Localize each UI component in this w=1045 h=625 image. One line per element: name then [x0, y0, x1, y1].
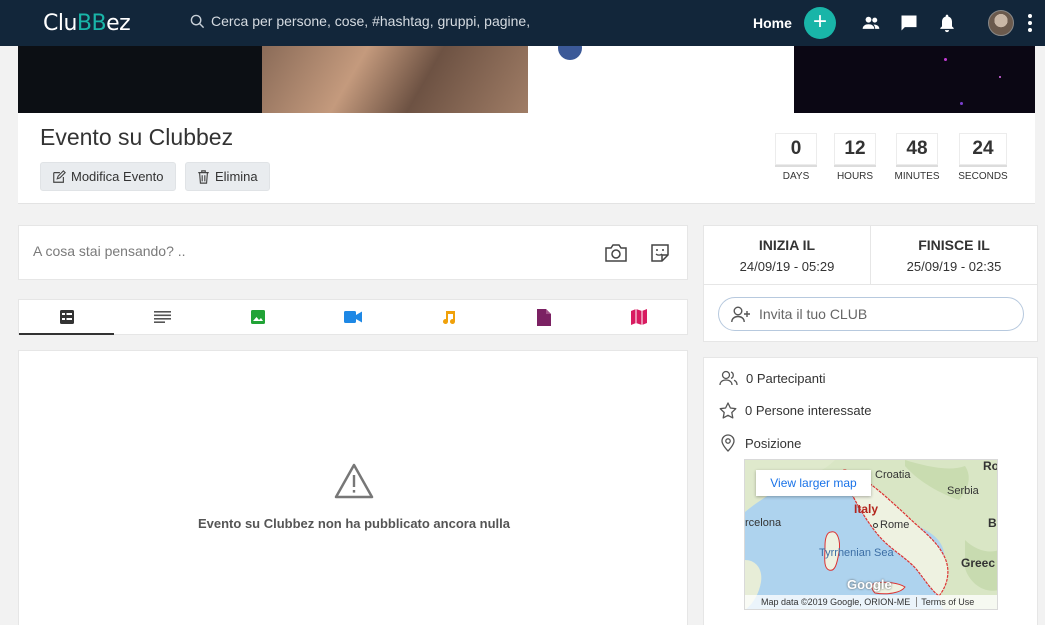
- people-outline-icon: [719, 370, 738, 386]
- empty-feed-message: Evento su Clubbez non ha pubblicato anco…: [197, 516, 511, 531]
- create-button[interactable]: +: [804, 7, 836, 39]
- cover-panel-right: [794, 46, 1035, 113]
- tab-maps[interactable]: [592, 300, 687, 334]
- image-icon: [250, 310, 265, 324]
- video-icon: [343, 311, 362, 323]
- countdown-days-value: 0: [775, 133, 817, 165]
- trash-icon: [198, 169, 209, 184]
- feed-icon: [59, 310, 74, 324]
- map-label-rome: Rome: [873, 519, 909, 531]
- text-icon: [153, 311, 171, 323]
- post-composer: [18, 225, 688, 280]
- event-info-card: 0 Partecipanti 0 Persone interessate Pos…: [703, 357, 1038, 625]
- end-date-value: 25/09/19 - 02:35: [906, 259, 1002, 274]
- edit-event-button[interactable]: Modifica Evento: [40, 162, 176, 191]
- location-label: Posizione: [745, 435, 802, 451]
- tab-videos[interactable]: [305, 300, 400, 334]
- post-input[interactable]: [33, 243, 573, 259]
- map-terms-link[interactable]: Terms of Use: [916, 597, 975, 607]
- event-feed: Evento su Clubbez non ha pubblicato anco…: [18, 350, 688, 625]
- participants-row[interactable]: 0 Partecipanti: [719, 370, 826, 386]
- countdown-hours-value: 12: [834, 133, 876, 165]
- map-label-sea: Tyrrhenian Sea: [819, 547, 894, 559]
- map-label-croatia: Croatia: [875, 469, 911, 481]
- google-logo: Google: [847, 577, 892, 592]
- tab-text[interactable]: [114, 300, 209, 334]
- plus-icon: +: [812, 8, 827, 35]
- tab-feed[interactable]: [19, 300, 115, 335]
- location-row: Posizione: [719, 434, 801, 452]
- countdown-seconds-label: SECONDS: [958, 171, 1008, 182]
- start-date: INIZIA IL 24/09/19 - 05:29: [704, 226, 870, 284]
- edit-event-label: Modifica Evento: [71, 169, 164, 184]
- delete-event-button[interactable]: Elimina: [185, 162, 270, 191]
- add-person-icon: [731, 306, 750, 322]
- document-icon: [536, 308, 551, 326]
- tab-documents[interactable]: [496, 300, 591, 334]
- countdown-hours-label: HOURS: [836, 171, 874, 182]
- top-navbar: CluBBez Home +: [0, 0, 1045, 46]
- logo-text-2: BB: [76, 11, 107, 36]
- event-dates-card: INIZIA IL 24/09/19 - 05:29 FINISCE IL 25…: [703, 225, 1038, 285]
- star-icon: [719, 402, 737, 419]
- location-pin-icon: [721, 434, 735, 452]
- search-input[interactable]: [211, 13, 591, 29]
- clubbez-logo[interactable]: CluBBez: [43, 11, 131, 36]
- map-label-ro: Ro: [983, 459, 998, 473]
- map-data-credit: Map data ©2019 Google, ORION-ME: [761, 597, 911, 607]
- interested-count: 0 Persone interessate: [745, 403, 872, 418]
- search-bar: [190, 13, 591, 29]
- tab-images[interactable]: [210, 300, 305, 334]
- search-icon: [190, 14, 205, 28]
- interested-row[interactable]: 0 Persone interessate: [719, 402, 871, 419]
- event-header-card: Evento su Clubbez Modifica Evento Elimin…: [18, 113, 1035, 204]
- map-label-greece: Greec: [961, 556, 996, 570]
- map-icon: [631, 309, 648, 325]
- user-avatar[interactable]: [988, 10, 1014, 36]
- sticker-icon[interactable]: [650, 243, 670, 263]
- end-date-label: FINISCE IL: [918, 237, 990, 253]
- view-larger-map-link[interactable]: View larger map: [756, 470, 871, 496]
- bell-icon[interactable]: [937, 13, 957, 33]
- logo-text-3: ez: [106, 11, 131, 36]
- delete-event-label: Elimina: [215, 169, 258, 184]
- tab-music[interactable]: [401, 300, 496, 334]
- end-date: FINISCE IL 25/09/19 - 02:35: [870, 226, 1037, 284]
- chat-icon[interactable]: [899, 13, 919, 33]
- start-date-value: 24/09/19 - 05:29: [739, 259, 835, 274]
- more-vert-icon[interactable]: [1027, 13, 1033, 33]
- participants-count: 0 Partecipanti: [746, 370, 826, 386]
- map-label-serbia: Serbia: [947, 485, 979, 497]
- cover-photo: [262, 46, 528, 113]
- edit-icon: [53, 169, 66, 183]
- countdown-seconds-value: 24: [959, 133, 1007, 165]
- location-map[interactable]: View larger map Croatia Serbia Italy Rom…: [744, 459, 998, 610]
- countdown-minutes-value: 48: [896, 133, 938, 165]
- invite-input[interactable]: [759, 306, 1009, 322]
- map-label-italy: Italy: [854, 502, 879, 516]
- map-label-barcelona: rcelona: [745, 517, 782, 529]
- invite-club-field[interactable]: [718, 297, 1024, 331]
- invite-card: [703, 285, 1038, 342]
- logo-text-1: Clu: [43, 11, 77, 36]
- map-attribution: Map data ©2019 Google, ORION-ME Terms of …: [745, 595, 997, 609]
- map-label-b: B: [988, 516, 997, 530]
- countdown-minutes-label: MINUTES: [894, 171, 940, 182]
- start-date-label: INIZIA IL: [758, 237, 816, 253]
- content-type-tabs: [18, 299, 688, 335]
- people-icon[interactable]: [861, 13, 881, 33]
- nav-home-link[interactable]: Home: [753, 15, 792, 31]
- countdown-days-label: DAYS: [782, 171, 810, 182]
- map-label-rome-text: Rome: [880, 519, 910, 531]
- page-title: Evento su Clubbez: [40, 124, 234, 150]
- music-icon: [443, 311, 456, 325]
- event-cover-image: [18, 46, 1035, 113]
- camera-icon[interactable]: [605, 244, 627, 262]
- warning-icon: [334, 463, 374, 499]
